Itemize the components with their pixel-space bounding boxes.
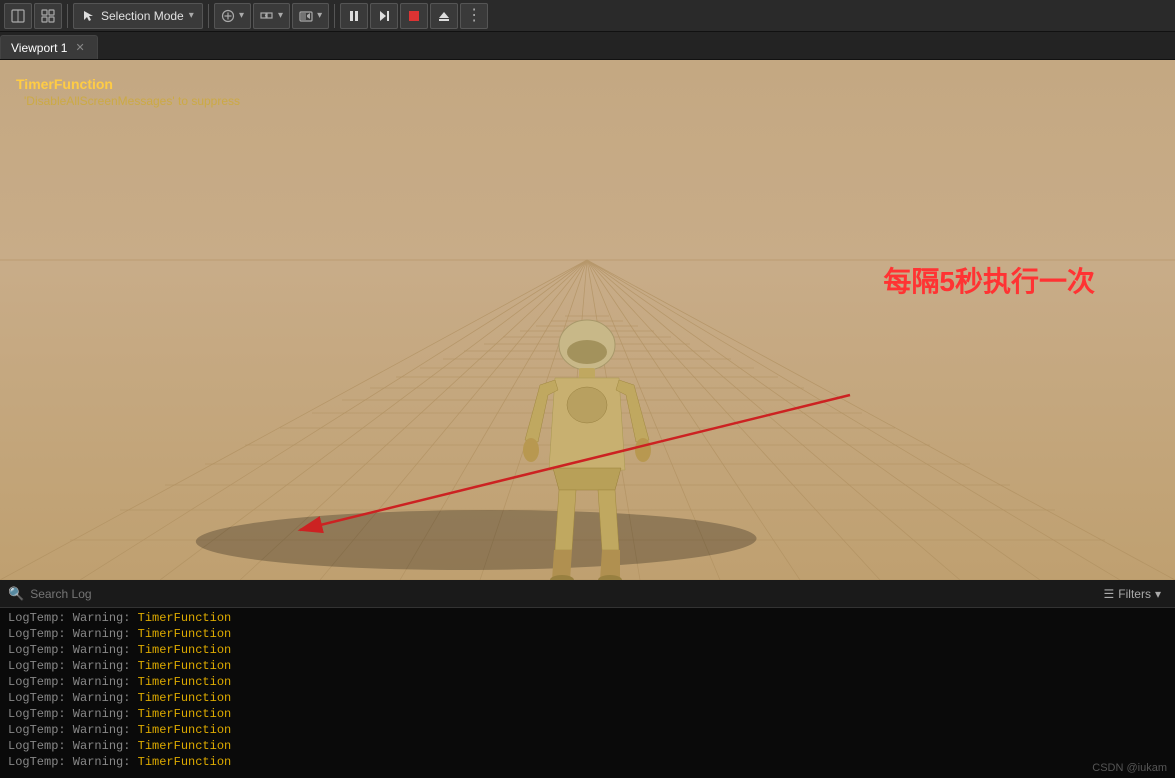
filters-label: Filters — [1118, 587, 1151, 601]
log-funcname: TimerFunction — [138, 627, 232, 641]
log-line: LogTemp: Warning: TimerFunction — [8, 674, 1167, 690]
log-line: LogTemp: Warning: TimerFunction — [8, 738, 1167, 754]
chinese-annotation: 每隔5秒执行一次 — [883, 260, 1095, 300]
log-line: LogTemp: Warning: TimerFunction — [8, 658, 1167, 674]
selection-mode-label: Selection Mode — [101, 9, 184, 23]
stop-button[interactable] — [400, 3, 428, 29]
tab-close-icon[interactable]: ✕ — [73, 41, 86, 54]
log-panel: 🔍 ☰ Filters ▾ LogTemp: Warning: TimerFun… — [0, 580, 1175, 778]
log-prefix: LogTemp: Warning: — [8, 627, 138, 641]
log-funcname: TimerFunction — [138, 643, 232, 657]
suppress-text: 'DisableAllScreenMessages' to suppress — [24, 94, 240, 108]
toolbar: Selection Mode ▾ ▾ ▾ — [0, 0, 1175, 32]
log-prefix: LogTemp: Warning: — [8, 643, 138, 657]
add-button[interactable]: ▾ — [214, 3, 251, 29]
transform-buttons: ▾ ▾ ▾ — [214, 3, 329, 29]
log-funcname: TimerFunction — [138, 611, 232, 625]
log-content: LogTemp: Warning: TimerFunctionLogTemp: … — [0, 608, 1175, 778]
log-funcname: TimerFunction — [138, 691, 232, 705]
pause-button[interactable] — [340, 3, 368, 29]
log-line: LogTemp: Warning: TimerFunction — [8, 642, 1167, 658]
eject-button[interactable] — [430, 3, 458, 29]
log-prefix: LogTemp: Warning: — [8, 659, 138, 673]
toolbar-sep-1 — [67, 4, 68, 28]
log-funcname: TimerFunction — [138, 723, 232, 737]
log-prefix: LogTemp: Warning: — [8, 755, 138, 769]
camera-chevron-icon: ▾ — [317, 10, 322, 21]
filters-chevron-icon: ▾ — [1155, 587, 1161, 601]
log-prefix: LogTemp: Warning: — [8, 611, 138, 625]
search-icon: 🔍 — [8, 586, 24, 602]
filters-button[interactable]: ☰ Filters ▾ — [1098, 585, 1167, 603]
viewport[interactable]: TimerFunction 'DisableAllScreenMessages'… — [0, 60, 1175, 580]
selection-mode-button[interactable]: Selection Mode ▾ — [73, 3, 203, 29]
viewport-tab[interactable]: Viewport 1 ✕ — [0, 35, 98, 59]
toolbar-sep-2 — [208, 4, 209, 28]
toolbar-sep-3 — [334, 4, 335, 28]
playback-controls: ⋮ — [340, 3, 488, 29]
more-button[interactable]: ⋮ — [460, 3, 488, 29]
log-line: LogTemp: Warning: TimerFunction — [8, 626, 1167, 642]
log-funcname: TimerFunction — [138, 675, 232, 689]
log-search-bar: 🔍 ☰ Filters ▾ — [0, 580, 1175, 608]
chevron-down-icon: ▾ — [189, 10, 194, 21]
log-prefix: LogTemp: Warning: — [8, 675, 138, 689]
viewport-grid — [0, 60, 1175, 580]
credit-text: CSDN @iukam — [1092, 762, 1167, 774]
log-prefix: LogTemp: Warning: — [8, 723, 138, 737]
log-line: LogTemp: Warning: TimerFunction — [8, 754, 1167, 770]
search-input[interactable] — [30, 587, 1091, 601]
filter-icon: ☰ — [1104, 587, 1115, 601]
snap-button[interactable]: ▾ — [253, 3, 290, 29]
log-funcname: TimerFunction — [138, 707, 232, 721]
log-line: LogTemp: Warning: TimerFunction — [8, 706, 1167, 722]
log-line: LogTemp: Warning: TimerFunction — [8, 610, 1167, 626]
camera-button[interactable]: ▾ — [292, 3, 329, 29]
snap-chevron-icon: ▾ — [278, 10, 283, 21]
log-prefix: LogTemp: Warning: — [8, 691, 138, 705]
log-line: LogTemp: Warning: TimerFunction — [8, 690, 1167, 706]
tab-bar: Viewport 1 ✕ — [0, 32, 1175, 60]
log-prefix: LogTemp: Warning: — [8, 739, 138, 753]
log-line: LogTemp: Warning: TimerFunction — [8, 722, 1167, 738]
timer-function-text: TimerFunction — [16, 76, 113, 92]
viewport-tab-label: Viewport 1 — [11, 41, 67, 55]
toolbar-icon-btn-1[interactable] — [4, 3, 32, 29]
toolbar-icon-btn-2[interactable] — [34, 3, 62, 29]
log-prefix: LogTemp: Warning: — [8, 707, 138, 721]
log-funcname: TimerFunction — [138, 755, 232, 769]
step-button[interactable] — [370, 3, 398, 29]
add-chevron-icon: ▾ — [239, 10, 244, 21]
log-funcname: TimerFunction — [138, 739, 232, 753]
log-funcname: TimerFunction — [138, 659, 232, 673]
